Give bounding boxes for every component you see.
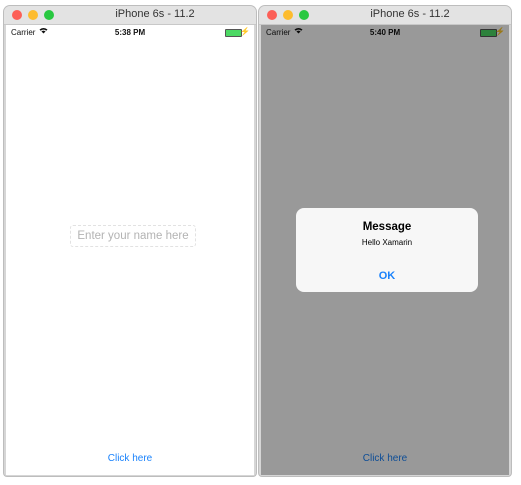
device-screen: Carrier 5:38 PM ⚡ Enter your name here C…	[6, 25, 254, 475]
simulator-window-left: iPhone 6s - 11.2 Carrier 5:38 PM ⚡ Enter…	[4, 6, 256, 476]
window-titlebar: iPhone 6s - 11.2	[4, 6, 256, 25]
window-title: iPhone 6s - 11.2	[370, 8, 450, 20]
status-bar: Carrier 5:38 PM ⚡	[6, 25, 254, 40]
zoom-window-button[interactable]	[44, 10, 54, 20]
close-window-button[interactable]	[12, 10, 22, 20]
close-window-button[interactable]	[267, 10, 277, 20]
zoom-window-button[interactable]	[299, 10, 309, 20]
minimize-window-button[interactable]	[28, 10, 38, 20]
alert-message: Hello Xamarin	[361, 238, 413, 247]
status-time: 5:38 PM	[114, 28, 146, 37]
alert-title: Message	[362, 221, 412, 233]
simulator-window-right: iPhone 6s - 11.2 Carrier 5:40 PM ⚡ Click…	[259, 6, 511, 476]
alert-ok-button[interactable]: OK	[296, 270, 478, 282]
minimize-window-button[interactable]	[283, 10, 293, 20]
window-title: iPhone 6s - 11.2	[115, 8, 195, 20]
alert-dialog: Message Hello Xamarin OK	[296, 208, 478, 292]
window-titlebar: iPhone 6s - 11.2	[259, 6, 511, 25]
charging-icon: ⚡	[240, 27, 250, 36]
click-here-button[interactable]: Click here	[6, 453, 254, 464]
device-screen: Carrier 5:40 PM ⚡ Click here Message Hel…	[261, 25, 509, 475]
name-entry-field[interactable]: Enter your name here	[70, 225, 196, 247]
